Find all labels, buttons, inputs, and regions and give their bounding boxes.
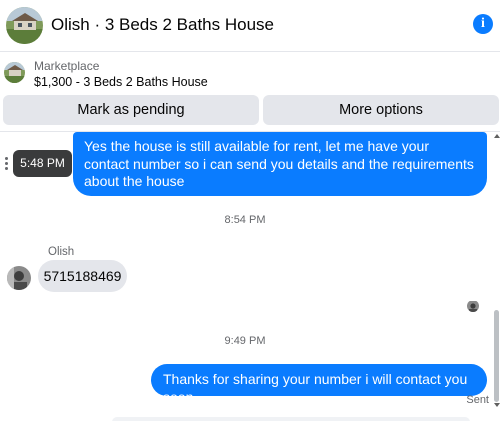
incoming-message[interactable]: 5715188469 xyxy=(38,260,127,292)
page-title[interactable]: Olish · 3 Beds 2 Baths House xyxy=(51,15,274,35)
house-thumbnail-icon xyxy=(4,62,25,83)
thread-scrollbar[interactable] xyxy=(493,132,500,421)
avatar-photo-graphic xyxy=(7,266,31,290)
mark-as-pending-button[interactable]: Mark as pending xyxy=(3,95,259,125)
house-photo-icon[interactable] xyxy=(6,7,43,44)
scroll-up-icon[interactable] xyxy=(494,134,500,138)
scroll-thumb[interactable] xyxy=(494,310,499,402)
tooltip-time: 5:48 PM xyxy=(20,156,65,170)
outgoing-message[interactable]: Thanks for sharing your number i will co… xyxy=(151,364,487,405)
thread-timestamp: 8:54 PM xyxy=(224,214,266,226)
more-options-button[interactable]: More options xyxy=(263,95,499,125)
contact-avatar[interactable] xyxy=(7,266,31,290)
sender-name: Olish xyxy=(48,246,75,258)
outgoing-message[interactable]: Yes the house is still available for ren… xyxy=(73,132,487,196)
next-message-edge xyxy=(112,417,470,421)
seen-by-avatar xyxy=(467,300,479,312)
more-actions-icon[interactable] xyxy=(4,156,10,172)
house-thumbnail-graphic xyxy=(4,62,25,83)
listing-price-title[interactable]: $1,300 - 3 Beds 2 Baths House xyxy=(34,75,208,89)
scroll-down-icon[interactable] xyxy=(494,403,500,407)
house-photo-graphic xyxy=(6,7,43,44)
thread-timestamp: 9:49 PM xyxy=(224,335,266,347)
conversation-header: Olish · 3 Beds 2 Baths House i xyxy=(0,0,500,52)
message-thread[interactable]: Yes the house is still available for ren… xyxy=(0,132,500,421)
info-icon[interactable]: i xyxy=(473,14,493,34)
message-status: Sent xyxy=(466,394,489,406)
marketplace-listing[interactable]: Marketplace $1,300 - 3 Beds 2 Baths Hous… xyxy=(0,52,500,92)
message-time-tooltip: 5:48 PM xyxy=(13,150,72,177)
listing-source-label: Marketplace xyxy=(34,59,100,73)
seen-avatar-graphic xyxy=(467,301,479,312)
